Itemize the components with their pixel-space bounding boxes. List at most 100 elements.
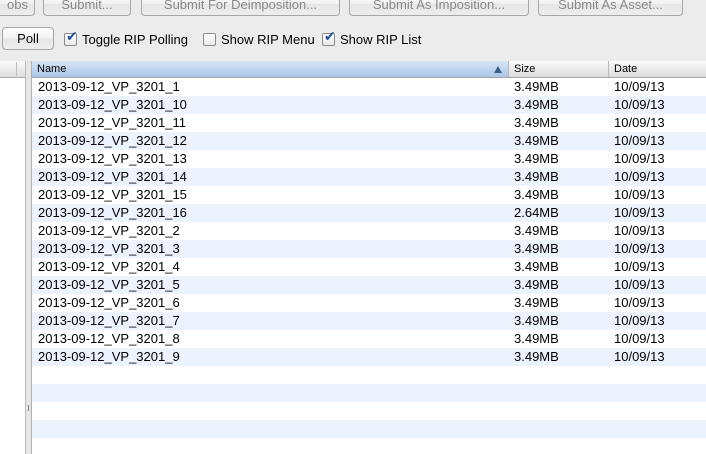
table-row[interactable]: 2013-09-12_VP_3201_10 3.49MB 10/09/13 — [32, 96, 706, 114]
rip-toolbar: Poll ✔ Toggle RIP Polling Show RIP Menu … — [0, 27, 706, 53]
cell-name: 2013-09-12_VP_3201_11 — [38, 115, 186, 130]
table-row[interactable]: 2013-09-12_VP_3201_2 3.49MB 10/09/13 — [32, 222, 706, 240]
cell-size: 3.49MB — [514, 331, 559, 346]
table-row[interactable]: 2013-09-12_VP_3201_7 3.49MB 10/09/13 — [32, 312, 706, 330]
cell-date: 10/09/13 — [614, 151, 665, 166]
table-row[interactable]: 2013-09-12_VP_3201_12 3.49MB 10/09/13 — [32, 132, 706, 150]
submit-toolbar: obs Submit... Submit For Deimposition...… — [0, 0, 706, 20]
empty-table-row[interactable] — [32, 438, 706, 454]
column-header-size-label: Size — [514, 63, 536, 75]
empty-table-row[interactable] — [32, 420, 706, 438]
cell-size: 3.49MB — [514, 349, 559, 364]
cell-size: 2.64MB — [514, 205, 559, 220]
cell-date: 10/09/13 — [614, 277, 665, 292]
table-row[interactable]: 2013-09-12_VP_3201_9 3.49MB 10/09/13 — [32, 348, 706, 366]
cell-size: 3.49MB — [514, 133, 559, 148]
submit-imposition-button[interactable]: Submit As Imposition... — [349, 0, 529, 16]
cell-date: 10/09/13 — [614, 169, 665, 184]
show-rip-menu-label: Show RIP Menu — [221, 31, 315, 47]
cell-name: 2013-09-12_VP_3201_4 — [38, 259, 180, 274]
cell-date: 10/09/13 — [614, 241, 665, 256]
cell-date: 10/09/13 — [614, 313, 665, 328]
show-rip-menu-checkbox[interactable]: Show RIP Menu — [203, 29, 315, 49]
column-header-name[interactable]: Name — [32, 61, 509, 77]
cell-size: 3.49MB — [514, 169, 559, 184]
divider-grip-icon — [28, 405, 30, 411]
cell-name: 2013-09-12_VP_3201_7 — [38, 313, 180, 328]
cell-size: 3.49MB — [514, 295, 559, 310]
cell-name: 2013-09-12_VP_3201_8 — [38, 331, 180, 346]
empty-table-row[interactable] — [32, 402, 706, 420]
submit-button-label: Submit... — [61, 0, 113, 12]
table-row[interactable]: 2013-09-12_VP_3201_11 3.49MB 10/09/13 — [32, 114, 706, 132]
table-row[interactable]: 2013-09-12_VP_3201_3 3.49MB 10/09/13 — [32, 240, 706, 258]
table-row[interactable]: 2013-09-12_VP_3201_14 3.49MB 10/09/13 — [32, 168, 706, 186]
submit-imposition-label: Submit As Imposition... — [372, 0, 506, 12]
show-rip-menu-box[interactable] — [203, 32, 216, 46]
show-rip-list-label: Show RIP List — [340, 31, 422, 47]
cell-date: 10/09/13 — [614, 79, 665, 94]
cell-size: 3.49MB — [514, 97, 559, 112]
table-row[interactable]: 2013-09-12_VP_3201_16 2.64MB 10/09/13 — [32, 204, 706, 222]
cell-size: 3.49MB — [514, 259, 559, 274]
app-window: obs Submit... Submit For Deimposition...… — [0, 0, 706, 454]
cell-name: 2013-09-12_VP_3201_3 — [38, 241, 180, 256]
table-row[interactable]: 2013-09-12_VP_3201_15 3.49MB 10/09/13 — [32, 186, 706, 204]
cell-date: 10/09/13 — [614, 115, 665, 130]
cell-name: 2013-09-12_VP_3201_1 — [38, 79, 180, 94]
cell-size: 3.49MB — [514, 151, 559, 166]
column-header-name-label: Name — [37, 63, 67, 75]
submit-button[interactable]: Submit... — [43, 0, 131, 16]
cell-date: 10/09/13 — [614, 349, 665, 364]
column-header-date[interactable]: Date — [609, 61, 706, 77]
cell-name: 2013-09-12_VP_3201_9 — [38, 349, 180, 364]
cell-name: 2013-09-12_VP_3201_10 — [38, 97, 187, 112]
empty-table-row[interactable] — [32, 384, 706, 402]
column-header-size[interactable]: Size — [509, 61, 609, 77]
left-panel-header — [0, 61, 25, 78]
cell-date: 10/09/13 — [614, 97, 665, 112]
submit-asset-button[interactable]: Submit As Asset... — [538, 0, 683, 16]
table-row[interactable]: 2013-09-12_VP_3201_5 3.49MB 10/09/13 — [32, 276, 706, 294]
poll-button-label: Poll — [17, 31, 39, 46]
show-rip-list-box[interactable]: ✔ — [322, 28, 336, 46]
checkmark-icon: ✔ — [66, 28, 78, 45]
sort-ascending-icon — [494, 66, 502, 73]
table-row[interactable]: 2013-09-12_VP_3201_13 3.49MB 10/09/13 — [32, 150, 706, 168]
table-row[interactable]: 2013-09-12_VP_3201_6 3.49MB 10/09/13 — [32, 294, 706, 312]
table-body: 2013-09-12_VP_3201_1 3.49MB 10/09/13 2013-0… — [32, 78, 706, 454]
left-panel — [0, 61, 26, 454]
table-row[interactable]: 2013-09-12_VP_3201_1 3.49MB 10/09/13 — [32, 78, 706, 96]
cell-name: 2013-09-12_VP_3201_12 — [38, 133, 187, 148]
column-header-date-label: Date — [614, 63, 638, 75]
checkmark-icon: ✔ — [324, 28, 336, 45]
submit-asset-label: Submit As Asset... — [558, 0, 663, 12]
poll-button[interactable]: Poll — [2, 27, 54, 50]
submit-deimposition-label: Submit For Deimposition... — [163, 0, 318, 12]
cell-size: 3.49MB — [514, 241, 559, 256]
show-rip-list-checkbox[interactable]: ✔ Show RIP List — [322, 29, 421, 49]
cell-name: 2013-09-12_VP_3201_13 — [38, 151, 187, 166]
toggle-rip-polling-box[interactable]: ✔ — [64, 28, 78, 46]
cell-date: 10/09/13 — [614, 295, 665, 310]
jobs-button[interactable]: obs — [0, 0, 35, 16]
cell-date: 10/09/13 — [614, 259, 665, 274]
cell-date: 10/09/13 — [614, 205, 665, 220]
cell-size: 3.49MB — [514, 187, 559, 202]
table-row[interactable]: 2013-09-12_VP_3201_8 3.49MB 10/09/13 — [32, 330, 706, 348]
cell-name: 2013-09-12_VP_3201_14 — [38, 169, 187, 184]
rip-file-table: Name Size Date 2013-09-12_VP_3201_1 3.49M… — [32, 61, 706, 454]
table-row[interactable]: 2013-09-12_VP_3201_4 3.49MB 10/09/13 — [32, 258, 706, 276]
submit-deimposition-button[interactable]: Submit For Deimposition... — [141, 0, 340, 16]
toggle-rip-polling-checkbox[interactable]: ✔ Toggle RIP Polling — [64, 29, 188, 49]
table-header: Name Size Date — [32, 61, 706, 78]
cell-date: 10/09/13 — [614, 187, 665, 202]
cell-date: 10/09/13 — [614, 331, 665, 346]
cell-size: 3.49MB — [514, 115, 559, 130]
cell-size: 3.49MB — [514, 277, 559, 292]
cell-size: 3.49MB — [514, 223, 559, 238]
cell-name: 2013-09-12_VP_3201_16 — [38, 205, 187, 220]
cell-name: 2013-09-12_VP_3201_15 — [38, 187, 187, 202]
cell-name: 2013-09-12_VP_3201_2 — [38, 223, 180, 238]
empty-table-row[interactable] — [32, 366, 706, 384]
